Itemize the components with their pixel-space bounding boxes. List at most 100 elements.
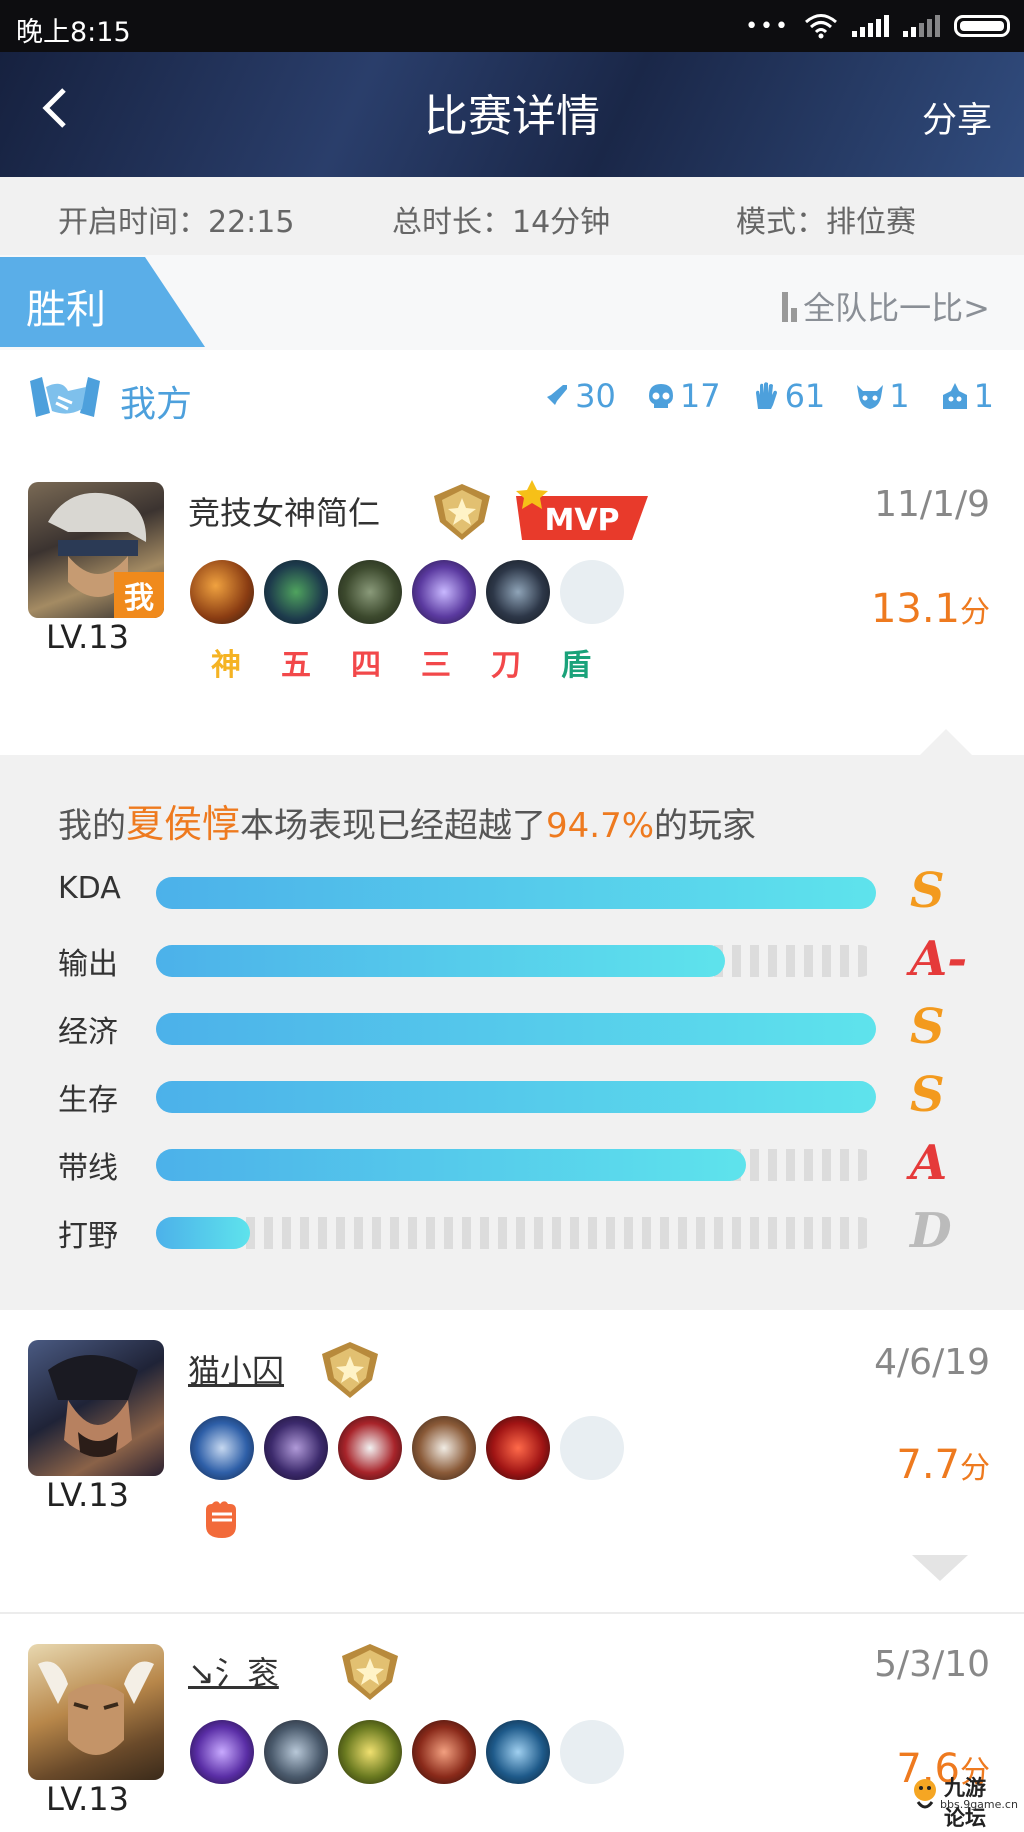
mvp-label: MVP <box>544 503 619 538</box>
team-name: 我方 <box>120 384 193 425</box>
victory-tab: 胜利 <box>0 257 205 347</box>
deaths-stat: 17 <box>646 377 721 415</box>
forum-logo-icon <box>914 1779 936 1809</box>
rank-badge-icon <box>342 1644 398 1700</box>
player-score: 7.7分 <box>896 1442 990 1488</box>
item-slot[interactable] <box>338 1416 402 1480</box>
metric-label: 打野 <box>58 1219 118 1254</box>
kills-stat: 30 <box>541 377 616 415</box>
player-level: LV.13 <box>46 1476 129 1514</box>
player-name[interactable]: 竞技女神简仁 <box>188 488 380 534</box>
hero-avatar <box>28 1644 164 1780</box>
performance-row: 输出 A- <box>0 931 1024 987</box>
status-time: 晚上8:15 <box>16 17 131 48</box>
summary-middle: 本场表现已经超越了 <box>240 806 547 846</box>
kills-value: 30 <box>575 377 616 415</box>
item-slot[interactable] <box>264 1720 328 1784</box>
performance-row: KDA S <box>0 863 1024 919</box>
metric-label: 生存 <box>58 1083 118 1118</box>
dragon-stat: 1 <box>855 377 910 415</box>
summary-suffix: 的玩家 <box>654 806 757 846</box>
item-slot[interactable] <box>412 1720 476 1784</box>
more-dots-icon: ••• <box>745 13 790 39</box>
bar-chart-icon <box>782 290 798 322</box>
item-slot[interactable] <box>412 1416 476 1480</box>
item-slot[interactable] <box>190 1416 254 1480</box>
item-slot[interactable] <box>338 560 402 624</box>
forum-url: bbs.9game.cn <box>940 1798 1018 1811</box>
metric-label: KDA <box>58 871 121 906</box>
team-compare-link[interactable]: 全队比一比> <box>782 283 990 329</box>
wifi-icon <box>805 14 837 39</box>
metric-bar-fill <box>156 877 876 909</box>
performance-panel: 我的夏侯惇本场表现已经超越了94.7%的玩家 KDA S 输出 A- 经济 S 生存 S 带线 A… <box>0 729 1024 1310</box>
dragon-value: 1 <box>889 377 910 415</box>
item-list <box>190 1416 624 1480</box>
demon-icon <box>857 385 884 409</box>
skull-icon <box>648 384 673 408</box>
metric-bar-track <box>156 1081 876 1113</box>
battery-icon <box>954 15 1010 37</box>
performance-summary: 我的夏侯惇本场表现已经超越了94.7%的玩家 <box>58 793 756 848</box>
hand-icon <box>755 382 777 409</box>
page-title: 比赛详情 <box>424 91 600 142</box>
hero-portrait-icon <box>48 1355 138 1457</box>
godlike-badge-icon: 神 <box>211 648 241 683</box>
share-button[interactable]: 分享 <box>922 92 992 143</box>
performance-row: 生存 S <box>0 1067 1024 1123</box>
score-unit: 分 <box>960 595 990 630</box>
expand-chevron-icon[interactable] <box>912 1555 968 1581</box>
item-slot-empty <box>560 560 624 624</box>
item-slot[interactable] <box>264 1416 328 1480</box>
item-slot[interactable] <box>190 1720 254 1784</box>
hero-avatar <box>28 1340 164 1476</box>
fist-badge-icon <box>206 1501 236 1538</box>
game-mode: 模式：排位赛 <box>736 205 916 240</box>
match-info-bar: 开启时间：22:15 总时长：14分钟 模式：排位赛 <box>0 177 1024 255</box>
player-kda: 4/6/19 <box>874 1342 990 1383</box>
item-slot[interactable] <box>264 560 328 624</box>
status-bar: 晚上8:15 ••• <box>0 0 1024 52</box>
sword-icon <box>545 385 568 407</box>
item-slot[interactable] <box>190 560 254 624</box>
item-slot[interactable] <box>486 1720 550 1784</box>
metric-label: 经济 <box>58 1015 118 1050</box>
item-slot[interactable] <box>338 1720 402 1784</box>
player-name[interactable]: 猫小囚 <box>188 1346 284 1392</box>
item-list <box>190 560 624 624</box>
item-slot[interactable] <box>486 1416 550 1480</box>
rank-badge-icon <box>322 1342 378 1398</box>
tower-icon <box>942 383 967 409</box>
signal-icon-2 <box>903 15 940 37</box>
metric-bar-fill <box>156 945 725 977</box>
hero-avatar: 我 <box>28 482 164 618</box>
score-value: 13.1 <box>870 586 960 632</box>
item-slot[interactable] <box>486 560 550 624</box>
triple-kill-badge-icon: 三 <box>421 648 451 683</box>
performance-row: 带线 A <box>0 1135 1024 1191</box>
tower-stat: 1 <box>940 377 994 415</box>
metric-bar-fill <box>156 1217 250 1249</box>
summary-prefix: 我的 <box>58 806 126 846</box>
achievement-badges: 神 五 四 三 刀 盾 <box>200 636 602 688</box>
player-name[interactable]: ↘氵衮 <box>188 1648 279 1694</box>
performance-row: 打野 D <box>0 1203 1024 1259</box>
team-compare-label: 全队比一比> <box>803 289 990 327</box>
score-value: 7.7 <box>896 1442 960 1488</box>
item-slot[interactable] <box>412 560 476 624</box>
mvp-badge-icon: MVP <box>516 480 648 540</box>
shield-badge-icon: 盾 <box>561 648 591 683</box>
handshake-icon <box>30 377 100 417</box>
forum-watermark: 九游论坛 bbs.9game.cn <box>910 1772 1018 1830</box>
metric-label: 带线 <box>58 1151 118 1186</box>
player-kda: 5/3/10 <box>874 1644 990 1685</box>
panel-pointer <box>920 729 972 755</box>
row-divider <box>0 1612 1024 1614</box>
status-icons: ••• <box>745 10 1010 42</box>
rank-badge-icon <box>434 484 490 540</box>
percentile: 94.7% <box>546 806 655 846</box>
performance-row: 经济 S <box>0 999 1024 1055</box>
player-kda: 11/1/9 <box>874 484 990 525</box>
damage-badge-icon: 刀 <box>491 648 521 683</box>
metric-grade: A <box>910 1135 948 1191</box>
